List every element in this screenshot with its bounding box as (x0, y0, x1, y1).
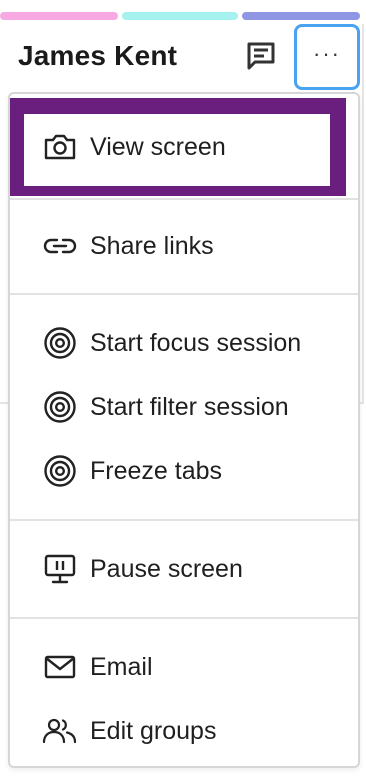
chat-bubble-icon (247, 42, 275, 70)
menu-item-label: Share links (90, 231, 214, 260)
chat-button[interactable] (240, 36, 282, 76)
menu-item-edit-groups[interactable]: Edit groups (10, 703, 358, 759)
menu-item-freeze-tabs[interactable]: Freeze tabs (10, 443, 358, 499)
menu-item-label: Freeze tabs (90, 456, 223, 485)
menu-divider (10, 293, 358, 295)
menu-item-label: Start filter session (90, 392, 289, 421)
menu-item-label: Start focus session (90, 328, 302, 357)
menu-item-pause-screen[interactable]: Pause screen (10, 541, 358, 597)
link-icon (42, 228, 78, 264)
more-options-button[interactable]: ··· (294, 24, 360, 90)
target-icon (42, 389, 78, 425)
mail-icon (42, 649, 78, 685)
menu-item-label: Pause screen (90, 554, 243, 583)
color-strip-segment (0, 12, 118, 20)
menu-item-label: Edit groups (90, 716, 217, 745)
target-icon (42, 325, 78, 361)
menu-divider (10, 519, 358, 521)
menu-divider (10, 198, 358, 200)
menu-item-start-focus-session[interactable]: Start focus session (10, 315, 358, 371)
options-menu: View screen Share links Start focus sess… (8, 92, 360, 768)
color-strip-segment (242, 12, 360, 20)
monitor-pause-icon (42, 551, 78, 587)
camera-icon (42, 129, 78, 165)
color-strip (0, 12, 366, 20)
users-icon (42, 713, 78, 749)
menu-item-view-screen[interactable]: View screen (10, 119, 358, 175)
menu-divider (10, 617, 358, 619)
menu-item-start-filter-session[interactable]: Start filter session (10, 379, 358, 435)
menu-item-label: Email (90, 652, 153, 681)
student-card: James Kent ··· View screen Share links S… (0, 0, 366, 784)
menu-item-label: View screen (90, 132, 226, 161)
target-icon (42, 453, 78, 489)
student-name: James Kent (18, 40, 178, 71)
color-strip-segment (122, 12, 238, 20)
menu-item-share-links[interactable]: Share links (10, 218, 358, 274)
more-horizontal-icon: ··· (313, 41, 341, 66)
menu-item-email[interactable]: Email (10, 639, 358, 695)
